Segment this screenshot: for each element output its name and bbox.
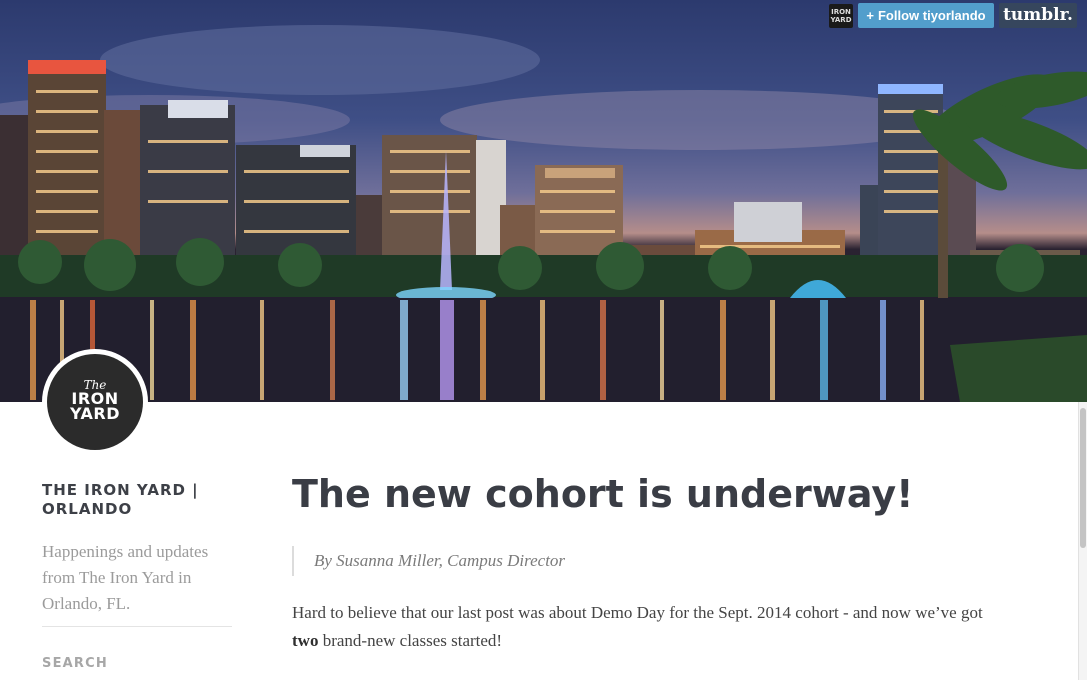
post-byline: By Susanna Miller, Campus Director (292, 546, 565, 576)
scrollbar-thumb[interactable] (1080, 408, 1086, 548)
sidebar-divider (42, 626, 232, 627)
blog-title[interactable]: THE IRON YARD | ORLANDO (42, 481, 232, 519)
post-body-paragraph: Hard to believe that our last post was a… (292, 599, 992, 655)
search-label: SEARCH (42, 656, 108, 671)
iron-yard-logo: The IRON YARD (47, 354, 143, 450)
skyline-illustration (0, 25, 1087, 402)
post-body-bold: two (292, 631, 319, 650)
post-body-text: Hard to believe that our last post was a… (292, 603, 983, 622)
tumblr-blog-avatar[interactable]: IRON YARD (829, 4, 853, 28)
post-body-text-end: brand-new classes started! (318, 631, 503, 650)
follow-button-label: Follow tiyorlando (877, 8, 986, 23)
header-image (0, 0, 1087, 402)
tumblr-logo-link[interactable]: tumblr. (999, 3, 1077, 28)
blog-description: Happenings and updates from The Iron Yar… (42, 542, 209, 613)
post-title[interactable]: The new cohort is underway! (292, 470, 913, 518)
logo-text-yard: YARD (69, 404, 121, 423)
blog-avatar[interactable]: The IRON YARD (42, 349, 148, 455)
plus-icon: + (866, 8, 874, 23)
follow-button[interactable]: + Follow tiyorlando (858, 3, 994, 28)
